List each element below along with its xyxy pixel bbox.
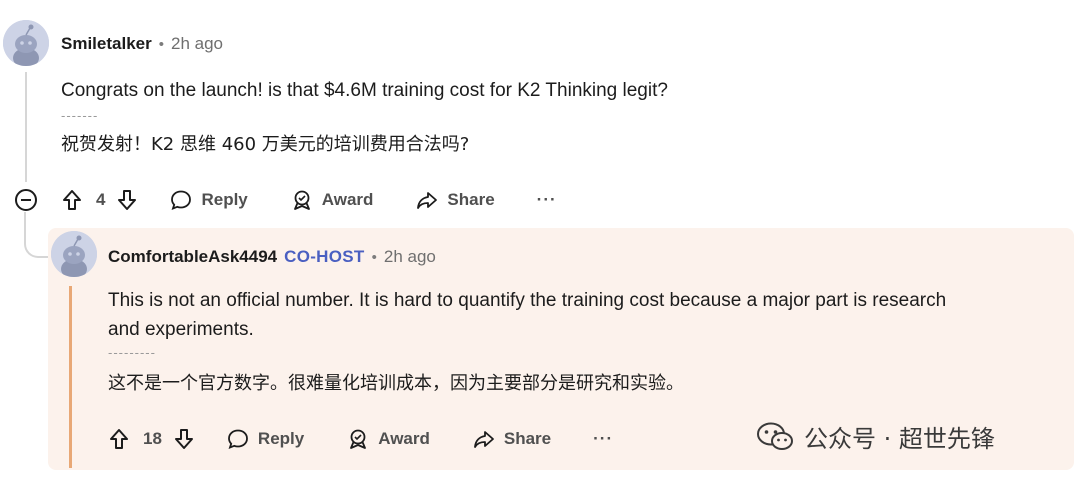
separator-dot: • [371, 248, 377, 266]
reply-bubble-icon [171, 190, 192, 211]
award-icon [350, 429, 367, 449]
award-icon [293, 190, 310, 210]
comment-text-line-1: This is not an official number. It is ha… [108, 290, 947, 311]
award-label: Award [378, 429, 430, 448]
watermark: 公众号 · 超世先锋 [756, 419, 995, 454]
upvote-button[interactable] [60, 188, 84, 212]
vote-count: 4 [96, 190, 106, 209]
username[interactable]: ComfortableAsk4494 [108, 247, 277, 267]
upvote-icon [63, 190, 81, 210]
collapse-icon [15, 189, 37, 211]
timestamp[interactable]: 2h ago [384, 247, 436, 267]
vote-count: 18 [143, 429, 162, 448]
comment-header: ComfortableAsk4494 CO-HOST • 2h ago [108, 247, 436, 267]
avatar[interactable] [51, 231, 97, 277]
more-options-button[interactable]: ··· [537, 190, 557, 210]
co-host-badge: CO-HOST [284, 247, 365, 266]
comment-text-chinese: 祝贺发射！K2 思维 460 万美元的培训费用合法吗? [61, 134, 470, 155]
downvote-icon [174, 429, 193, 449]
more-options-button[interactable]: ··· [593, 429, 613, 449]
reply-button[interactable]: Reply [169, 188, 248, 212]
watermark-text: 公众号 · 超世先锋 [804, 425, 995, 453]
award-label: Award [321, 190, 374, 209]
username[interactable]: Smiletalker [61, 34, 152, 54]
share-button[interactable]: Share [415, 188, 495, 212]
comment-actions: 4 Reply Award Share ··· [60, 188, 557, 212]
comment-text-chinese: 这不是一个官方数字。很难量化培训成本，因为主要部分是研究和实验。 [108, 373, 684, 394]
reply-button[interactable]: Reply [226, 427, 304, 451]
award-button[interactable]: Award [346, 427, 430, 451]
snoo-avatar-icon [51, 231, 97, 277]
separator-dot: • [158, 35, 164, 53]
share-label: Share [503, 429, 552, 448]
share-icon [417, 192, 438, 209]
comment-text-english: Congrats on the launch! is that $4.6M tr… [61, 80, 668, 101]
comment-header: Smiletalker • 2h ago [61, 34, 223, 54]
translation-divider: ------- [61, 108, 99, 123]
share-button[interactable]: Share [472, 427, 551, 451]
share-label: Share [447, 190, 495, 209]
collapse-thread-button[interactable] [14, 188, 38, 212]
comment-actions: 18 Reply Award Share ··· [107, 427, 613, 451]
op-indicator-bar [69, 286, 72, 468]
timestamp[interactable]: 2h ago [171, 34, 223, 54]
comment-text-line-2: and experiments. [108, 319, 254, 340]
comment-text-english: This is not an official number. It is ha… [108, 286, 946, 344]
downvote-button[interactable] [172, 427, 196, 451]
reply-bubble-icon [228, 429, 248, 450]
thread-line [25, 72, 27, 182]
upvote-button[interactable] [107, 427, 131, 451]
avatar[interactable] [3, 20, 49, 66]
award-button[interactable]: Award [290, 188, 374, 212]
downvote-icon [118, 190, 137, 210]
reply-label: Reply [257, 429, 305, 448]
reply-label: Reply [201, 190, 248, 209]
snoo-avatar-icon [3, 20, 49, 66]
wechat-icon [757, 422, 793, 450]
upvote-icon [110, 429, 128, 449]
downvote-button[interactable] [115, 188, 139, 212]
share-icon [473, 431, 494, 448]
translation-divider: --------- [108, 345, 156, 360]
